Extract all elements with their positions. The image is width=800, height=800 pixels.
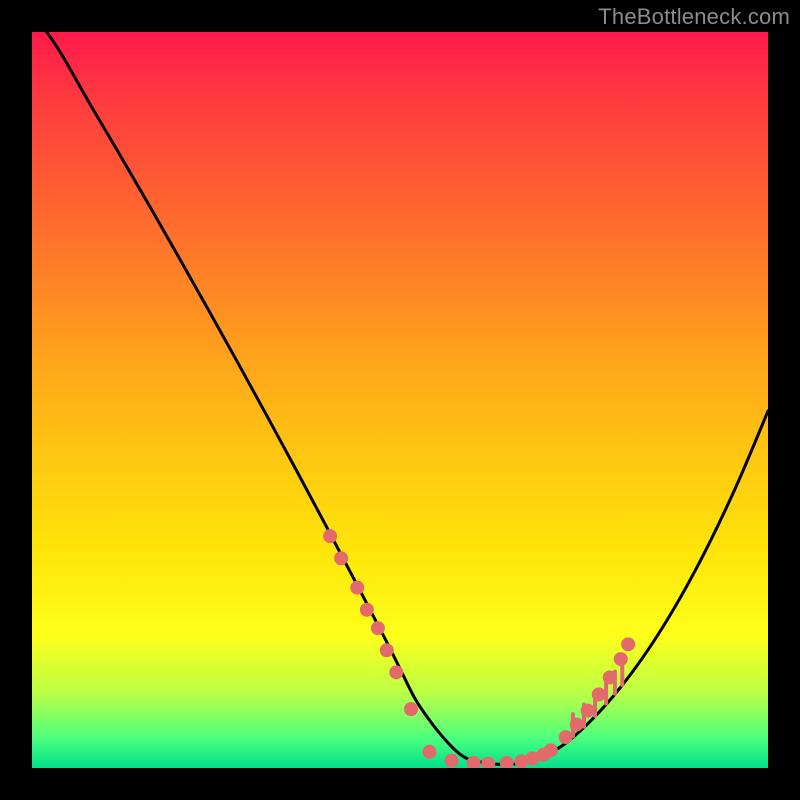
chart-gradient-background — [32, 32, 768, 768]
page-frame: TheBottleneck.com — [0, 0, 800, 800]
watermark-text: TheBottleneck.com — [598, 4, 790, 30]
